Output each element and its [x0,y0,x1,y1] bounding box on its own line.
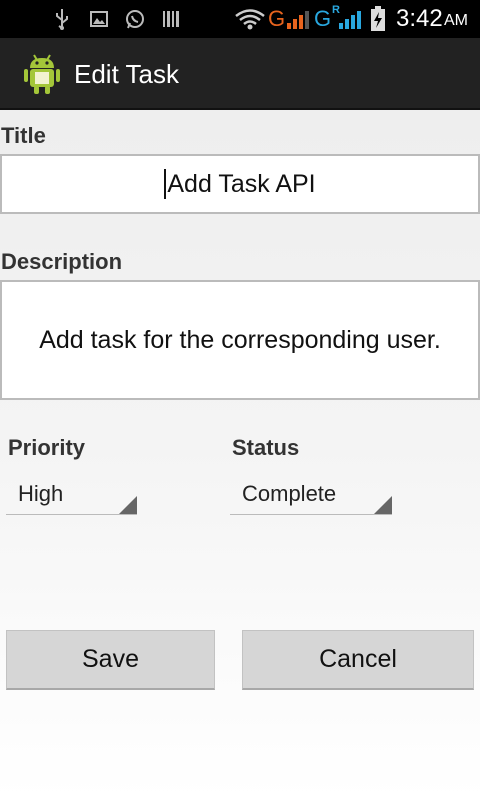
title-input-value: Add Task API [167,169,316,198]
dropdown-arrow-icon [374,496,392,514]
clock-ampm: AM [444,12,468,29]
priority-value: High [18,481,64,506]
text-cursor [164,169,167,199]
usb-icon [56,9,68,30]
android-icon[interactable] [22,52,62,96]
title-input[interactable]: Add Task API [0,154,480,214]
priority-label: Priority [8,435,86,460]
description-input[interactable]: Add task for the corresponding user. [0,280,480,400]
signal-bars-icon-1 [287,11,309,29]
dropdown-arrow-icon [119,496,137,514]
network-type-label-2: G [314,6,332,31]
network-type-label-1: G [268,6,286,31]
page-title: Edit Task [74,59,180,89]
clock-time: 3:42 [396,5,443,32]
signal-bars-icon-2 [339,11,361,29]
battery-charging-icon [371,6,385,31]
status-spinner[interactable]: Complete [230,475,392,515]
description-input-value: Add task for the corresponding user. [39,325,441,354]
description-label: Description [1,249,123,274]
whatsapp-icon [126,10,144,29]
priority-spinner[interactable]: High [6,475,137,515]
cancel-button[interactable]: Cancel [242,630,474,690]
status-label: Status [232,435,300,460]
save-button[interactable]: Save [6,630,215,690]
title-label: Title [1,123,46,148]
status-value: Complete [242,481,337,506]
wifi-icon [235,9,265,30]
gallery-icon [90,11,108,27]
barcode-icon [163,11,179,27]
action-bar: Edit Task [0,38,480,110]
status-bar: G G R 3:42 AM [0,0,480,38]
